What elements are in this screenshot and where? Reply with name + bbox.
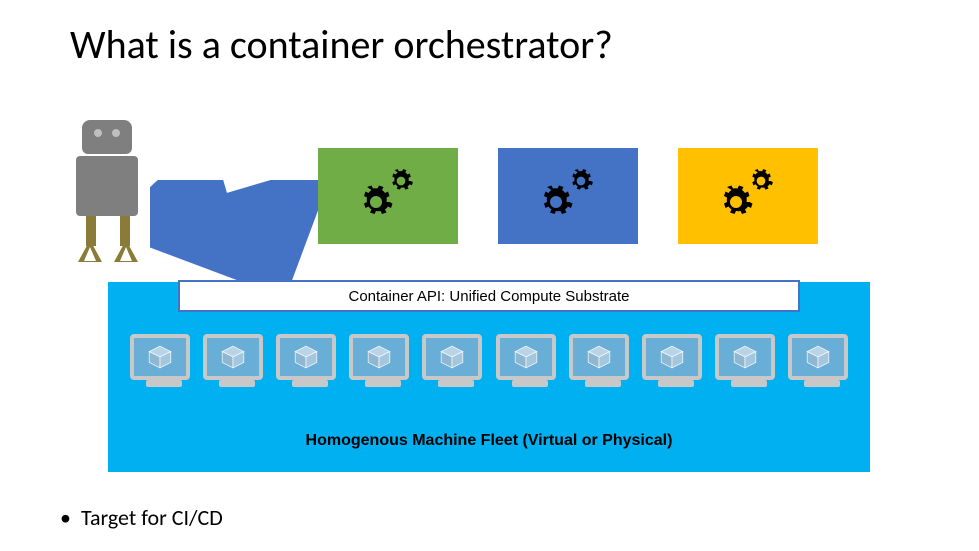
machine-icon (130, 334, 190, 380)
machine-icon (496, 334, 556, 380)
gears-icon (718, 168, 778, 224)
machine-icon (569, 334, 629, 380)
fleet-label: Homogenous Machine Fleet (Virtual or Phy… (108, 432, 870, 450)
container-box-yellow (678, 148, 818, 244)
machine-icon (349, 334, 409, 380)
machine-icon (203, 334, 263, 380)
machine-icon (276, 334, 336, 380)
arrows-icon (150, 180, 320, 280)
bullet-target-cicd: Target for CI/CD (60, 504, 223, 531)
machine-icon (715, 334, 775, 380)
substrate-panel: Container API: Unified Compute Substrate… (108, 282, 870, 472)
machine-icon (422, 334, 482, 380)
robot-icon (68, 120, 148, 270)
bullet-label: Target for CI/CD (81, 504, 223, 531)
machine-fleet (130, 334, 848, 380)
container-box-blue (498, 148, 638, 244)
api-bar: Container API: Unified Compute Substrate (178, 280, 800, 312)
gears-icon (358, 168, 418, 224)
api-bar-label: Container API: Unified Compute Substrate (349, 288, 630, 305)
container-boxes (318, 148, 818, 244)
slide-title: What is a container orchestrator? (70, 20, 613, 69)
machine-icon (788, 334, 848, 380)
container-box-green (318, 148, 458, 244)
machine-icon (642, 334, 702, 380)
gears-icon (538, 168, 598, 224)
